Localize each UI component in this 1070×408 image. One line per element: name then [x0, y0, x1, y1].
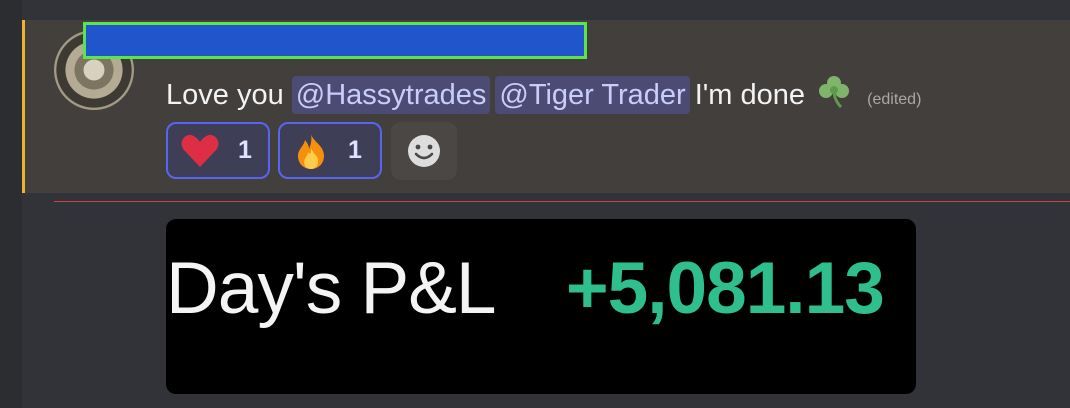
- add-reaction-button[interactable]: [391, 122, 457, 180]
- mention-tiger-trader[interactable]: @Tiger Trader: [495, 76, 690, 114]
- message-content: Love you @Hassytrades @Tiger Trader I'm do…: [166, 74, 922, 114]
- message-text-suffix: I'm done: [694, 79, 806, 111]
- reaction-count: 1: [348, 136, 362, 164]
- edited-label: (edited): [867, 91, 922, 108]
- pnl-value: +5,081.13: [566, 248, 885, 329]
- author-name-redacted[interactable]: [83, 22, 587, 59]
- reaction-fire[interactable]: 1: [278, 122, 382, 179]
- shamrock-icon: [819, 76, 850, 108]
- mention-highlight-bar: [22, 20, 25, 193]
- pnl-image-embed[interactable]: Day's P&L +5,081.13: [166, 219, 916, 394]
- reaction-heart[interactable]: 1: [166, 122, 270, 179]
- pnl-label: Day's P&L: [166, 248, 497, 329]
- reaction-count: 1: [238, 136, 252, 164]
- new-messages-divider: [54, 201, 1070, 202]
- top-strip: [0, 0, 1070, 20]
- fire-icon: [298, 133, 324, 169]
- mention-hassytrades[interactable]: @Hassytrades: [291, 76, 491, 114]
- message-text-prefix: Love you: [166, 79, 284, 111]
- smiley-icon: [408, 135, 440, 167]
- left-gutter: [0, 0, 22, 408]
- heart-icon: [181, 134, 219, 167]
